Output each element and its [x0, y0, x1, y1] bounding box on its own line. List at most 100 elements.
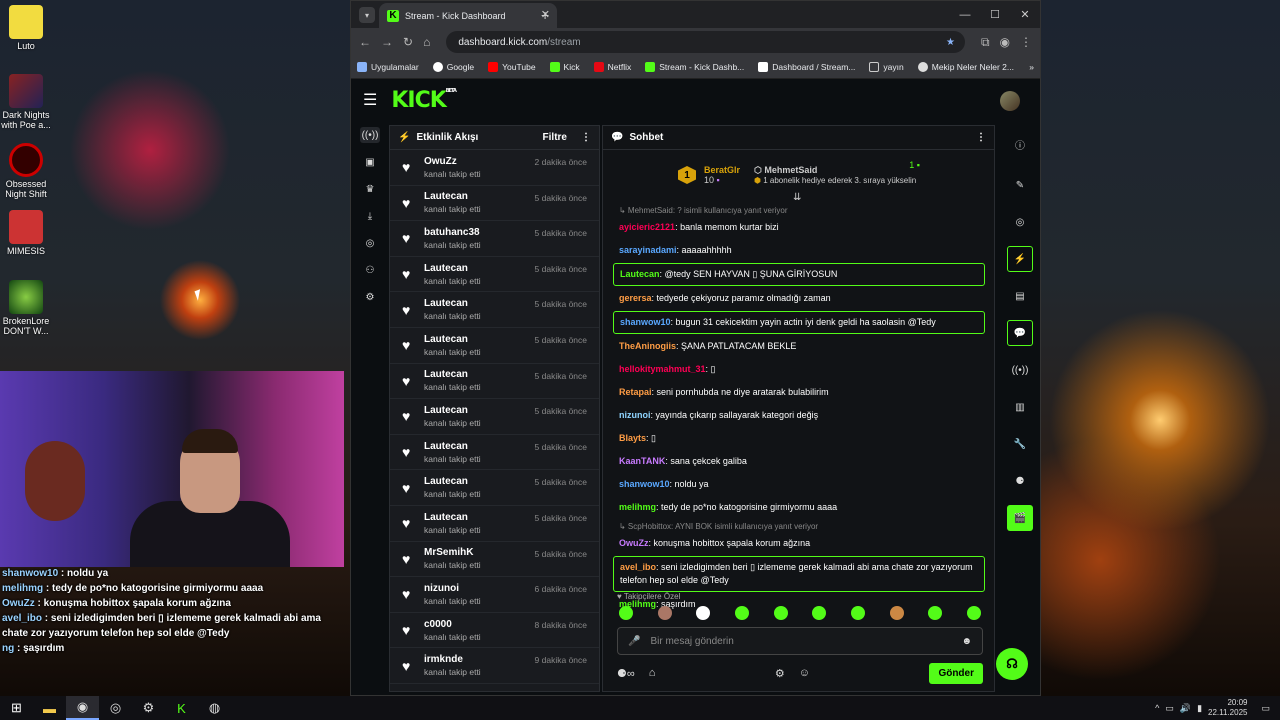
obs-icon[interactable]: ◍ — [198, 696, 231, 720]
discord-icon[interactable]: ◎ — [99, 696, 132, 720]
activity-feed-item[interactable]: ♥ Lautecan kanalı takip etti 5 dakika önce — [390, 186, 599, 222]
maximize-icon[interactable]: ☐ — [980, 1, 1010, 28]
extensions-icon[interactable]: ⧉ — [981, 35, 990, 50]
emote-icon[interactable] — [619, 606, 633, 620]
moderation-icon[interactable]: ◎ — [1007, 209, 1033, 235]
microphone-icon[interactable]: 🎤 — [628, 636, 640, 647]
bookmark-folder[interactable]: yayın — [869, 62, 904, 72]
chat-message[interactable]: KaanTANK: sana çekcek galiba — [613, 451, 985, 472]
chat-toggle-icon[interactable]: 💬 — [1007, 320, 1033, 346]
chat-message[interactable]: shanwow10: noldu ya — [613, 474, 985, 495]
chat-username[interactable]: avel_ibo — [620, 562, 656, 572]
chat-message[interactable]: avel_ibo: seni izledigimden beri ▯ izlem… — [613, 556, 985, 592]
activity-feed-item[interactable]: ♥ Lautecan kanalı takip etti 5 dakika önce — [390, 292, 599, 328]
reload-icon[interactable]: ↻ — [403, 35, 413, 49]
support-headset-icon[interactable]: ☊ — [996, 648, 1028, 680]
volume-icon[interactable]: 🔊 — [1180, 703, 1191, 714]
emote-icon[interactable] — [657, 606, 672, 620]
browser-tab[interactable]: K Stream - Kick Dashboard ✕ — [379, 3, 557, 28]
leaderboard-user-2[interactable]: ⬡ MehmetSaid ⬢ 1 abonelik hediye ederek … — [754, 165, 916, 185]
chat-username[interactable]: nizunoi — [619, 410, 651, 420]
activity-feed-item[interactable]: ♥ Lautecan kanalı takip etti 5 dakika önce — [390, 257, 599, 293]
chat-message[interactable]: Retapai: seni pornhubda ne diye aratarak… — [613, 382, 985, 403]
chat-username[interactable]: ayicieric2121 — [619, 222, 675, 232]
file-explorer-icon[interactable]: ▬ — [33, 696, 66, 720]
store-icon[interactable]: ⌂ — [649, 667, 656, 679]
kick-taskbar-icon[interactable]: K — [165, 696, 198, 720]
activity-feed-item[interactable]: ♥ nizunoi kanalı takip etti 6 dakika önce — [390, 577, 599, 613]
chat-username[interactable]: Lautecan — [620, 269, 660, 279]
chat-message[interactable]: Lautecan: @tedy SEN HAYVAN ▯ ŞUNA GİRİYO… — [613, 263, 985, 286]
activity-feed-item[interactable]: ♥ Lautecan kanalı takip etti 5 dakika önce — [390, 364, 599, 400]
activity-feed-item[interactable]: ♥ OwuZz kanalı takip etti 2 dakika önce — [390, 150, 599, 186]
broadcast-icon[interactable]: ((•)) — [1007, 357, 1033, 383]
chat-username[interactable]: TheAninogiis — [619, 341, 676, 351]
back-icon[interactable]: ← — [359, 35, 371, 49]
chat-options-icon[interactable]: ⋮ — [976, 132, 986, 143]
layout-icon[interactable]: ▥ — [1007, 394, 1033, 420]
stream-nav-icon[interactable]: ((•)) — [360, 127, 380, 143]
bookmark-item[interactable]: Kick — [549, 62, 580, 72]
activity-feed-item[interactable]: ♥ Lautecan kanalı takip etti 5 dakika önce — [390, 435, 599, 471]
network-icon[interactable]: ▭ — [1165, 703, 1174, 714]
connections-icon[interactable]: ⚈ — [1007, 468, 1033, 494]
community-nav-icon[interactable]: ⚇ — [360, 262, 380, 278]
desktop-icon-luto[interactable]: Luto — [1, 5, 51, 51]
activity-feed-item[interactable]: ♥ Lautecan kanalı takip etti 5 dakika önce — [390, 399, 599, 435]
bookmark-item[interactable]: Uygulamalar — [357, 62, 419, 72]
emoji-picker-icon[interactable]: ☻ — [961, 636, 972, 647]
desktop-icon-dark-nights[interactable]: Dark Nights with Poe a... — [1, 74, 51, 130]
activity-feed-item[interactable]: ♥ Lautecan kanalı takip etti 5 dakika önce — [390, 506, 599, 542]
forward-icon[interactable]: → — [381, 35, 393, 49]
tray-chevron-icon[interactable]: ^ — [1155, 703, 1159, 713]
close-window-icon[interactable]: ✕ — [1010, 1, 1040, 28]
analytics-nav-icon[interactable]: ▣ — [360, 154, 380, 170]
more-options-icon[interactable]: ⋮ — [581, 132, 591, 143]
chat-message[interactable]: ayicieric2121: banla memom kurtar bizi — [613, 217, 985, 238]
bookmarks-overflow-icon[interactable]: » — [1029, 62, 1034, 72]
notes-icon[interactable]: ▤ — [1007, 283, 1033, 309]
kicks-icon[interactable]: ⚈∞ — [617, 667, 635, 680]
chrome-icon[interactable]: ◉ — [66, 696, 99, 720]
bookmark-star-icon[interactable]: ★ — [946, 37, 955, 48]
send-button[interactable]: Gönder — [929, 662, 983, 684]
desktop-icon-obsessed[interactable]: Obsessed Night Shift — [1, 143, 51, 199]
emote-icon[interactable] — [966, 606, 981, 620]
emote-icon[interactable] — [773, 606, 788, 620]
collapse-pinned-icon[interactable]: ⇊ — [793, 192, 801, 203]
chat-message[interactable]: shanwow10: bugun 31 cekicektim yayin act… — [613, 311, 985, 334]
emote-icon[interactable] — [734, 606, 749, 620]
settings-nav-icon[interactable]: ⚙ — [360, 289, 380, 305]
emote-menu-icon[interactable]: ☺ — [799, 667, 810, 679]
edit-icon[interactable]: ✎ — [1007, 172, 1033, 198]
chat-message[interactable]: Blayts: ▯ — [613, 428, 985, 449]
chat-username[interactable]: melihmg — [619, 502, 656, 512]
minimize-icon[interactable]: — — [950, 1, 980, 28]
activity-toggle-icon[interactable]: ⚡ — [1007, 246, 1033, 272]
trophy-nav-icon[interactable]: ♛ — [360, 181, 380, 197]
filter-button[interactable]: Filtre — [543, 132, 567, 143]
emote-icon[interactable] — [812, 606, 827, 620]
chat-message[interactable]: OwuZz: konuşma hobittox şapala korum ağz… — [613, 533, 985, 554]
moderation-nav-icon[interactable]: ◎ — [360, 235, 380, 251]
browser-menu-icon[interactable]: ⋮ — [1020, 35, 1032, 49]
profile-icon[interactable]: ◉ — [1000, 35, 1010, 49]
steam-icon[interactable]: ⚙ — [132, 696, 165, 720]
chat-username[interactable]: KaanTANK — [619, 456, 665, 466]
emote-icon[interactable] — [889, 606, 904, 620]
url-input[interactable]: dashboard.kick.com/stream ★ — [446, 31, 965, 53]
clock[interactable]: 20:09 22.11.2025 — [1208, 698, 1247, 718]
chat-username[interactable]: Retapai — [619, 387, 652, 397]
chat-username[interactable]: shanwow10 — [619, 479, 670, 489]
upload-nav-icon[interactable]: ⤓ — [360, 208, 380, 224]
clips-icon[interactable]: 🎬 — [1007, 505, 1033, 531]
activity-feed-item[interactable]: ♥ batuhanc38 kanalı takip etti 5 dakika önc… — [390, 221, 599, 257]
desktop-icon-brokenlore[interactable]: BrokenLore DON'T W... — [1, 280, 51, 336]
bookmark-item[interactable]: Stream - Kick Dashb... — [645, 62, 744, 72]
emote-icon[interactable] — [696, 606, 711, 620]
chat-username[interactable]: OwuZz — [619, 538, 649, 548]
info-icon[interactable]: ⓘ — [1007, 131, 1033, 157]
chat-message-input[interactable]: 🎤 Bir mesaj gönderin ☻ — [617, 627, 983, 655]
activity-feed-item[interactable]: ♥ Lautecan kanalı takip etti 5 dakika önce — [390, 328, 599, 364]
new-tab-icon[interactable]: + — [541, 7, 549, 23]
